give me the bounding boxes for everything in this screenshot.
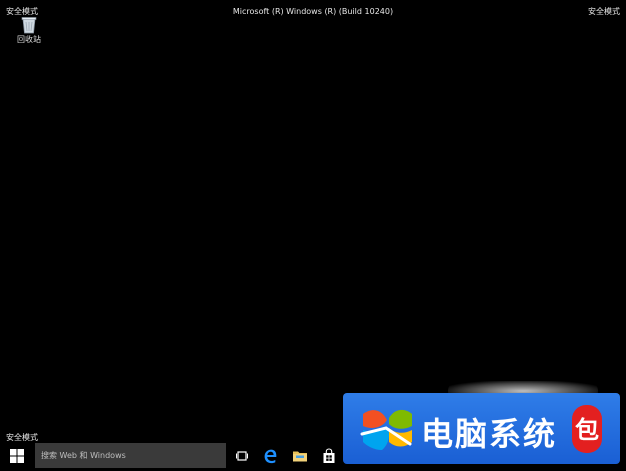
search-input[interactable]: 搜索 Web 和 Windows bbox=[35, 443, 226, 468]
desktop-icon-recycle-bin[interactable]: 回收站 bbox=[12, 14, 46, 45]
watermark-text: 电脑系统 bbox=[421, 415, 558, 453]
watermark-badge-text: 包 bbox=[575, 415, 599, 444]
watermark-badge: 包 bbox=[572, 405, 602, 453]
folder-icon[interactable] bbox=[291, 447, 309, 465]
edge-icon[interactable] bbox=[261, 447, 279, 465]
store-icon[interactable] bbox=[320, 447, 338, 465]
recycle-bin-label: 回收站 bbox=[17, 35, 41, 44]
build-title: Microsoft (R) Windows (R) (Build 10240) bbox=[232, 7, 394, 16]
windows-flag-logo-icon bbox=[360, 409, 412, 450]
watermark-banner: 电脑系统 包 bbox=[343, 393, 620, 464]
watermark-badge-glyph: 包 bbox=[575, 415, 599, 444]
task-view-icon[interactable] bbox=[233, 447, 251, 465]
windows-logo-icon[interactable] bbox=[8, 447, 26, 465]
recycle-bin-icon bbox=[21, 17, 37, 34]
